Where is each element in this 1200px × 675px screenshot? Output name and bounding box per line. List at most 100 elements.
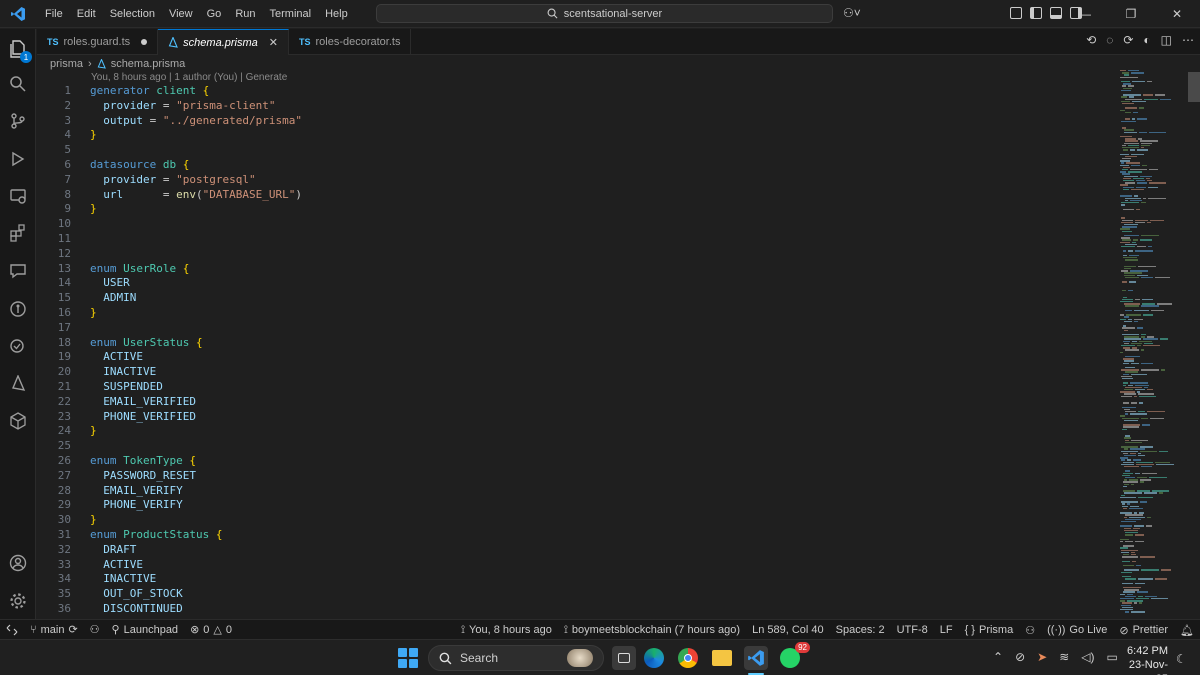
code-line[interactable]: 36 DISCONTINUED [37,602,1117,617]
code-line[interactable]: 3 output = "../generated/prisma" [37,114,1117,129]
code-line[interactable]: 16} [37,306,1117,321]
menu-selection[interactable]: Selection [103,0,162,28]
windows-start-icon[interactable] [398,648,418,668]
toggle-primary-sidebar-icon[interactable] [1030,7,1042,19]
copilot-status-icon[interactable]: ⚇ [1019,624,1041,637]
chat-icon[interactable] [6,259,30,283]
code-line[interactable]: 25 [37,439,1117,454]
layout-toggle-icon[interactable] [1010,7,1022,19]
menu-view[interactable]: View [162,0,200,28]
menu-go[interactable]: Go [200,0,229,28]
branch-indicator[interactable]: ⑂ main ⟳ [24,623,84,637]
file-explorer-icon[interactable] [710,646,734,670]
tab-roles-guard[interactable]: TS roles.guard.ts [37,29,159,55]
cursor-position[interactable]: Ln 589, Col 40 [746,624,830,636]
code-line[interactable]: 10 [37,217,1117,232]
network-off-icon[interactable]: ⊘ [1015,650,1025,664]
remote-indicator-icon[interactable] [0,620,24,640]
code-line[interactable]: 6 datasource db { [37,158,1117,173]
timeline-back-icon[interactable]: ⟲ [1086,33,1096,47]
scrollbar-thumb[interactable] [1188,72,1200,102]
wifi-icon[interactable]: ≋ [1059,650,1069,664]
copilot-icon[interactable]: ⚇˅ [843,6,861,20]
code-line[interactable]: 15 ADMIN [37,291,1117,306]
code-line[interactable]: 26 enum TokenType { [37,454,1117,469]
git-graph-icon[interactable]: ⚇ [84,623,106,636]
extensions-icon[interactable] [6,221,30,245]
git-blame-status[interactable]: ⟟ You, 8 hours ago [455,624,558,637]
launchpad-button[interactable]: ⚲ Launchpad [106,623,185,637]
settings-gear-icon[interactable] [6,589,30,613]
close-window-icon[interactable]: ✕ [1154,7,1200,21]
menu-file[interactable]: File [38,0,70,28]
command-center-search[interactable]: scentsational-server [376,4,833,23]
code-line[interactable]: 20 INACTIVE [37,365,1117,380]
code-line[interactable]: 28 EMAIL_VERIFY [37,484,1117,499]
notifications-bell-icon[interactable]: 🔔︎ [1174,624,1200,637]
end-of-line[interactable]: LF [934,624,959,636]
code-line[interactable]: 19 ACTIVE [37,350,1117,365]
language-mode[interactable]: { } Prisma [959,624,1020,636]
git-forward-icon[interactable]: ⟳ [1123,33,1133,47]
scrollbar-track[interactable] [1188,60,1200,619]
encoding[interactable]: UTF-8 [891,624,934,636]
code-line[interactable]: 35 OUT_OF_STOCK [37,587,1117,602]
code-line[interactable]: 34 INACTIVE [37,572,1117,587]
prisma-icon[interactable] [6,372,30,396]
toggle-panel-icon[interactable] [1050,7,1062,19]
go-live-button[interactable]: ((·)) Go Live [1041,624,1113,636]
code-line[interactable]: 7 provider = "postgresql" [37,173,1117,188]
menu-terminal[interactable]: Terminal [263,0,319,28]
commit-author-status[interactable]: ⟟ boymeetsblockchain (7 hours ago) [558,624,746,637]
code-line[interactable]: 9} [37,202,1117,217]
code-line[interactable]: 12 [37,247,1117,262]
containers-icon[interactable] [6,409,30,433]
vscode-taskbar-icon[interactable] [744,646,768,670]
chevron-up-icon[interactable]: ⌃ [993,650,1003,664]
problems-indicator[interactable]: ⊗ 0 △ 0 [184,623,238,637]
code-line[interactable]: 13 enum UserRole { [37,262,1117,277]
tab-schema-prisma[interactable]: schema.prisma ✕ [158,29,289,55]
menu-help[interactable]: Help [318,0,355,28]
git-compare-icon[interactable]: ◌ [1106,33,1113,47]
code-line[interactable]: 17 [37,321,1117,336]
code-line[interactable]: 8 url = env("DATABASE_URL") [37,188,1117,203]
whatsapp-icon[interactable]: 92 [778,642,810,670]
indentation[interactable]: Spaces: 2 [830,624,891,636]
taskbar-clock[interactable]: 6:42 PM 23-Nov-25 [1118,644,1168,675]
testing-icon[interactable] [6,335,30,359]
code-line[interactable]: 22 EMAIL_VERIFIED [37,395,1117,410]
gitlens-icon[interactable] [6,297,30,321]
code-line[interactable]: 1 generator client { [37,84,1117,99]
code-line[interactable]: 21 SUSPENDED [37,380,1117,395]
chrome-browser-icon[interactable] [676,646,700,670]
code-line[interactable]: 14 USER [37,276,1117,291]
split-editor-icon[interactable]: ◫ [1161,33,1172,47]
menu-edit[interactable]: Edit [70,0,103,28]
battery-icon[interactable]: ▭ [1106,650,1117,664]
code-line[interactable]: 32 DRAFT [37,543,1117,558]
code-line[interactable]: 33 ACTIVE [37,558,1117,573]
explorer-icon[interactable]: 1 [6,37,32,63]
code-line[interactable]: 29 PHONE_VERIFY [37,498,1117,513]
close-tab-icon[interactable]: ✕ [269,36,278,49]
source-control-icon[interactable] [6,109,30,133]
open-changes-icon[interactable]: ◐ [1143,33,1150,47]
code-line[interactable]: 30} [37,513,1117,528]
breadcrumb-file[interactable]: schema.prisma [111,58,186,70]
run-debug-icon[interactable] [6,147,30,171]
tab-roles-decorator[interactable]: TS roles-decorator.ts [289,29,412,55]
minimap[interactable] [1118,70,1188,619]
code-line[interactable]: 31 enum ProductStatus { [37,528,1117,543]
code-line[interactable]: 27 PASSWORD_RESET [37,469,1117,484]
codelens-blame[interactable]: You, 8 hours ago | 1 author (You) | Gene… [91,72,287,83]
volume-icon[interactable]: ◁) [1081,650,1094,664]
account-icon[interactable] [6,551,30,575]
search-icon[interactable] [6,72,30,96]
code-line[interactable]: 11 [37,232,1117,247]
restore-icon[interactable]: ❐ [1108,7,1154,21]
location-icon[interactable]: ➤ [1037,650,1047,664]
unsaved-dot-icon[interactable] [141,39,148,45]
code-line[interactable]: 2 provider = "prisma-client" [37,99,1117,114]
remote-explorer-icon[interactable] [6,184,30,208]
